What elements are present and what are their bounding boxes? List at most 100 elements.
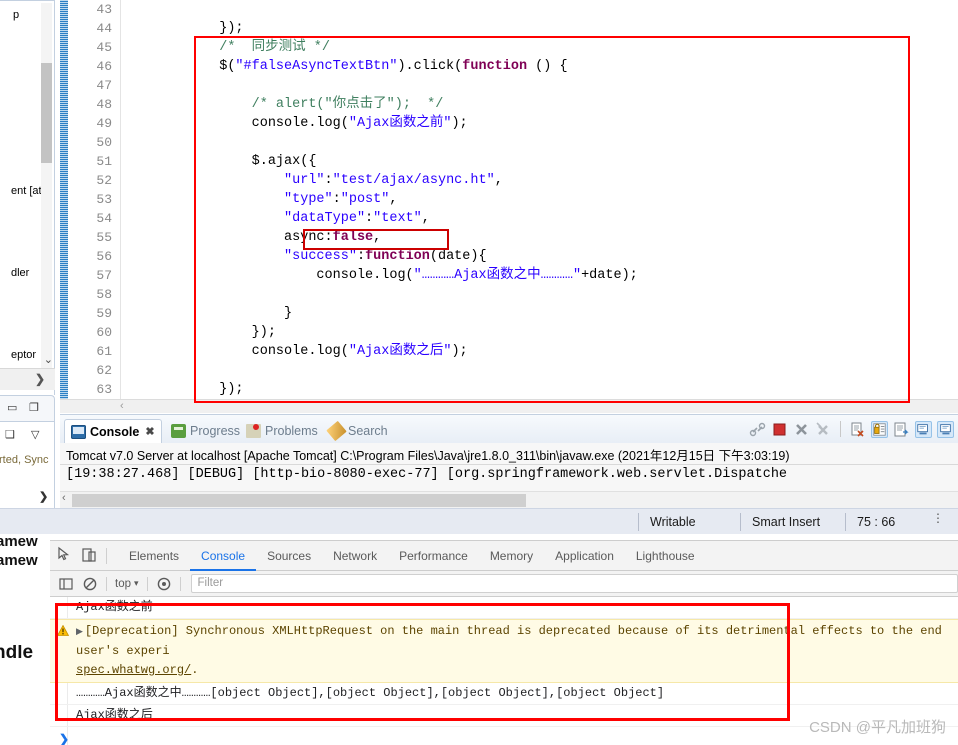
word-wrap-icon[interactable] — [893, 421, 910, 438]
tab-memory[interactable]: Memory — [479, 541, 544, 571]
chrome-fragment-3-text: ndle — [0, 645, 34, 663]
status-overflow-icon[interactable]: ⋮ — [932, 512, 944, 524]
folding-ruler[interactable] — [60, 0, 68, 400]
devtools-console-filterbar: top ▾ Filter — [50, 571, 958, 597]
line-number: 44 — [96, 21, 112, 36]
line-number: 54 — [96, 211, 112, 226]
line-number: 51 — [96, 154, 112, 169]
code-text-area[interactable]: }); /* 同步测试 */ $("#falseAsyncTextBtn").c… — [122, 0, 958, 400]
tab-lighthouse[interactable]: Lighthouse — [625, 541, 706, 571]
inspect-element-icon[interactable] — [56, 546, 74, 564]
left-fragment-text-0: p — [13, 9, 20, 21]
tab-application[interactable]: Application — [544, 541, 625, 571]
eclipse-tab-problems[interactable]: Problems — [240, 419, 324, 443]
view-menu-icon[interactable]: ▽ — [31, 428, 39, 441]
eclipse-tab-console[interactable]: Console ✖ — [64, 419, 162, 443]
code-line: }); — [122, 21, 244, 36]
devtools-tabs: Elements Console Sources Network Perform… — [118, 541, 706, 571]
left-panel-2-body: ❑ ▽ rted, Sync ❯ — [0, 421, 55, 516]
status-cursor-position: 75 : 66 — [857, 515, 896, 529]
eclipse-console-horizontal-scrollbar[interactable]: ‹ — [60, 491, 958, 508]
live-expression-icon[interactable] — [156, 576, 172, 592]
clear-console-icon[interactable] — [849, 421, 866, 438]
eclipse-tab-progress[interactable]: Progress — [165, 419, 246, 443]
chrome-devtools: Elements Console Sources Network Perform… — [50, 540, 958, 745]
chrome-fragment-1-text: amew — [0, 534, 38, 550]
expand-arrow-icon[interactable]: ▶ — [76, 627, 83, 637]
code-line: "type":"post", — [284, 192, 398, 207]
left-panel-2-chevron-right-icon[interactable]: ❯ — [39, 490, 48, 503]
search-icon — [326, 420, 347, 442]
line-number: 47 — [96, 78, 112, 93]
scrollbar-thumb[interactable] — [72, 494, 526, 507]
clear-console-icon[interactable] — [82, 576, 98, 592]
line-number: 61 — [96, 344, 112, 359]
line-number: 49 — [96, 116, 112, 131]
eclipse-tab-progress-label: Progress — [190, 424, 241, 438]
status-writable: Writable — [650, 515, 696, 529]
console-warning-text-tail: . — [191, 663, 199, 677]
code-line: /* alert("你点击了"); */ — [122, 97, 444, 112]
code-line: $("#falseAsyncTextBtn").click(function (… — [122, 59, 568, 74]
left-partial-panel-2: ▭ ❐ ❑ ▽ rted, Sync ❯ — [0, 395, 60, 525]
display-selected-console-icon[interactable] — [915, 420, 932, 438]
console-warning-link[interactable]: spec.whatwg.org/ — [76, 663, 191, 677]
line-number: 60 — [96, 325, 112, 340]
console-row-log: Ajax函数之前 — [50, 597, 958, 619]
tab-elements[interactable]: Elements — [118, 541, 190, 571]
code-editor[interactable]: 43 44 45 46 47 48 49 50 51 52 53 54 55 5… — [60, 0, 958, 400]
scroll-left-icon[interactable]: ‹ — [120, 400, 124, 412]
filterbar-separator — [106, 576, 107, 591]
tab-network[interactable]: Network — [322, 541, 388, 571]
left-fragment-text-2: dler — [11, 267, 30, 279]
scroll-lock-icon[interactable] — [871, 420, 888, 438]
line-number: 57 — [96, 268, 112, 283]
tab-performance[interactable]: Performance — [388, 541, 479, 571]
filter-input[interactable]: Filter — [190, 574, 958, 593]
code-line: "success":function(date){ — [284, 249, 487, 264]
minimize-icon[interactable]: ▭ — [7, 401, 17, 414]
status-divider — [740, 513, 741, 531]
line-number: 58 — [96, 287, 112, 302]
maximize-icon[interactable]: ❐ — [29, 401, 39, 414]
link-with-console-icon[interactable] — [749, 421, 766, 438]
terminate-icon[interactable] — [771, 421, 788, 438]
copy-icon[interactable]: ❑ — [5, 428, 15, 441]
left-panel-2-text: rted, Sync — [0, 454, 49, 466]
remove-all-terminated-icon[interactable] — [815, 421, 832, 438]
code-line: console.log("Ajax函数之后"); — [122, 344, 468, 359]
problems-icon — [246, 424, 261, 438]
open-console-icon[interactable] — [937, 420, 954, 438]
line-number-gutter: 43 44 45 46 47 48 49 50 51 52 53 54 55 5… — [68, 0, 120, 400]
code-line: }); — [122, 325, 276, 340]
chevron-right-icon[interactable]: ❯ — [35, 372, 45, 386]
line-number: 52 — [96, 173, 112, 188]
console-warning-text: [Deprecation] Synchronous XMLHttpRequest… — [76, 624, 942, 658]
eclipse-console-view: Console ✖ Progress Problems Search Tomca… — [60, 414, 958, 508]
editor-horizontal-scrollbar[interactable]: ‹ — [60, 399, 958, 413]
line-number: 53 — [96, 192, 112, 207]
code-line: "url":"test/ajax/async.ht", — [284, 173, 503, 188]
console-sidebar-icon[interactable] — [58, 576, 74, 592]
eclipse-console-log-line: [19:38:27.468] [DEBUG] [http-bio-8080-ex… — [66, 467, 788, 482]
status-divider — [845, 513, 846, 531]
chevron-down-icon[interactable]: ⌄ — [44, 353, 53, 366]
left-panel-scrollbar-track[interactable] — [41, 3, 52, 373]
close-icon[interactable]: ✖ — [145, 425, 154, 438]
code-line: /* 同步测试 */ — [122, 40, 330, 55]
left-panel-scrollbar-thumb[interactable] — [41, 63, 52, 163]
tab-console[interactable]: Console — [190, 541, 256, 571]
console-context-selector[interactable]: top ▾ — [115, 578, 139, 590]
remove-launch-icon[interactable] — [793, 421, 810, 438]
device-toolbar-icon[interactable] — [80, 546, 98, 564]
left-partial-panel: p ent [at dler eptor ⌄ ❯ — [0, 0, 60, 412]
scroll-left-icon[interactable]: ‹ — [62, 492, 66, 504]
left-fragment-text-1: ent [at — [11, 185, 42, 197]
eclipse-tab-search-label: Search — [348, 424, 388, 438]
filterbar-separator — [146, 576, 148, 591]
line-number: 43 — [96, 2, 112, 17]
eclipse-tab-search[interactable]: Search — [323, 419, 394, 443]
tab-sources[interactable]: Sources — [256, 541, 322, 571]
eclipse-tab-problems-label: Problems — [265, 424, 318, 438]
